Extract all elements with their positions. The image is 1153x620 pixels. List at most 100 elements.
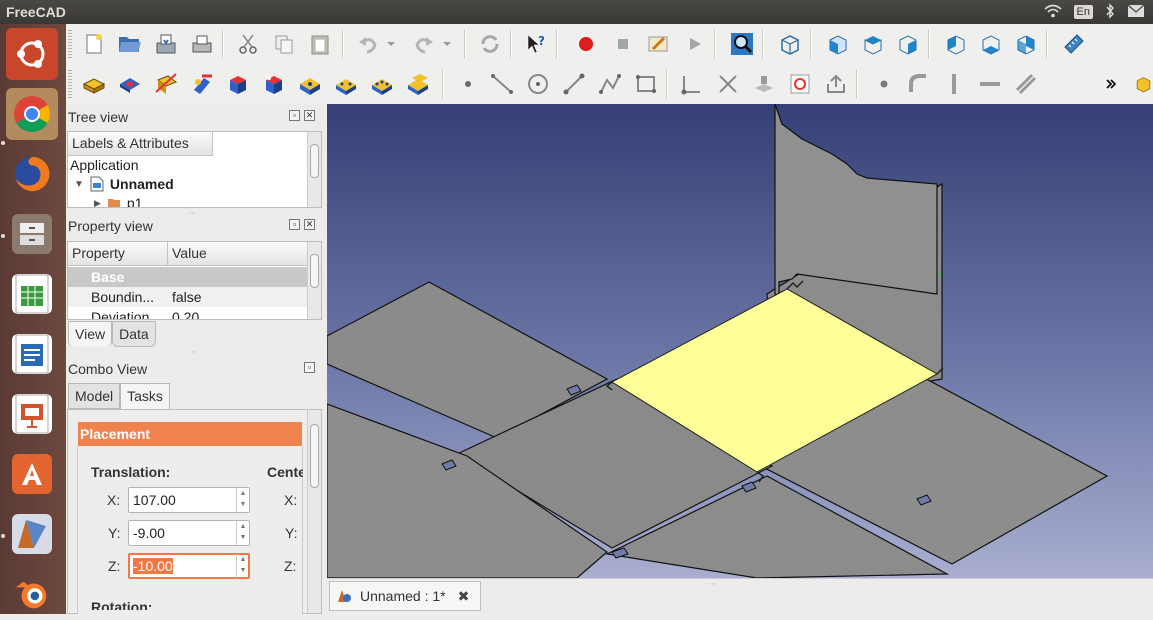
translation-z-field[interactable]: -10.00 ▲ ▼: [128, 553, 250, 579]
launcher-files[interactable]: [6, 208, 58, 260]
macro-edit-button[interactable]: [646, 32, 670, 56]
view-top-button[interactable]: [861, 32, 885, 56]
3d-scene[interactable]: [327, 104, 1153, 578]
document-tab[interactable]: Unnamed : 1* ✖: [329, 581, 481, 611]
tree-item-document[interactable]: ▼ Unnamed: [74, 176, 174, 192]
undo-dropdown[interactable]: [384, 32, 398, 56]
view-front-button[interactable]: [826, 32, 850, 56]
print-button[interactable]: [190, 32, 214, 56]
close-icon[interactable]: ✕: [304, 110, 315, 121]
float-icon[interactable]: ▫: [304, 362, 315, 373]
part-common-button[interactable]: [334, 72, 358, 96]
trim-button[interactable]: [716, 72, 740, 96]
copy-button[interactable]: [272, 32, 296, 56]
sketch-circle-button[interactable]: [526, 72, 550, 96]
bluetooth-icon[interactable]: [1105, 2, 1115, 22]
upload-button[interactable]: [824, 72, 848, 96]
ubuntu-dash-button[interactable]: [6, 28, 58, 80]
float-icon[interactable]: ▫: [289, 110, 300, 121]
toolbar-overflow-button[interactable]: [1102, 72, 1120, 96]
paste-button[interactable]: [308, 32, 332, 56]
draft-slash-button[interactable]: [1014, 72, 1038, 96]
launcher-software-center[interactable]: [6, 448, 58, 500]
mail-icon[interactable]: [1127, 4, 1145, 21]
macro-record-button[interactable]: [574, 32, 598, 56]
part-compound-button[interactable]: [406, 72, 430, 96]
property-scrollbar[interactable]: [307, 242, 321, 319]
splitter-handle[interactable]: ∙∙∙: [189, 347, 196, 356]
redo-button[interactable]: [412, 32, 436, 56]
tab-data[interactable]: Data: [112, 321, 156, 347]
open-button[interactable]: [118, 32, 142, 56]
part-fuse-button[interactable]: [370, 72, 394, 96]
close-tab-icon[interactable]: ✖: [458, 588, 470, 605]
sketch-line-button[interactable]: [490, 72, 514, 96]
spin-arrows-icon[interactable]: ▲ ▼: [236, 554, 249, 578]
tree-scrollbar[interactable]: [307, 132, 321, 207]
undo-button[interactable]: [356, 32, 380, 56]
constraint-coincident-button[interactable]: [680, 72, 704, 96]
macro-stop-button[interactable]: [611, 32, 635, 56]
launcher-firefox[interactable]: [6, 148, 58, 200]
launcher-chrome[interactable]: [6, 88, 58, 140]
keyboard-layout-indicator[interactable]: En: [1073, 5, 1093, 19]
tree-column-header[interactable]: Labels & Attributes: [68, 132, 213, 156]
property-row[interactable]: Deviation 0.20: [68, 307, 308, 319]
tab-tasks[interactable]: Tasks: [120, 383, 170, 409]
launcher-writer[interactable]: [6, 328, 58, 380]
export-image-button[interactable]: [788, 72, 812, 96]
refresh-button[interactable]: [478, 32, 502, 56]
part-extrude-button[interactable]: [190, 72, 214, 96]
part-cut-button[interactable]: [154, 72, 178, 96]
spin-arrows-icon[interactable]: ▲ ▼: [236, 488, 249, 512]
property-column-header[interactable]: Property: [68, 242, 168, 266]
tree-item-p1[interactable]: ▶ p1: [94, 195, 143, 208]
spin-arrows-icon[interactable]: ▲ ▼: [236, 521, 249, 545]
new-document-button[interactable]: [82, 32, 106, 56]
part-boolean-button[interactable]: [118, 72, 142, 96]
property-row[interactable]: Boundin... false: [68, 287, 308, 307]
collapse-arrow-icon[interactable]: ▼: [74, 179, 84, 190]
placement-header[interactable]: Placement: [78, 422, 302, 446]
tasks-scrollbar[interactable]: [307, 410, 321, 613]
measure-distance-button[interactable]: [1062, 32, 1086, 56]
launcher-freecad[interactable]: [6, 508, 58, 560]
part-union-button[interactable]: [262, 72, 286, 96]
part-section-button[interactable]: [298, 72, 322, 96]
part-box-button[interactable]: [226, 72, 250, 96]
save-button[interactable]: [154, 32, 178, 56]
sketch-point-button[interactable]: [456, 72, 480, 96]
sketch-polyline-button[interactable]: [598, 72, 622, 96]
view-left-button[interactable]: [1014, 32, 1038, 56]
translation-y-field[interactable]: -9.00 ▲ ▼: [128, 520, 250, 546]
expand-arrow-icon[interactable]: ▶: [94, 198, 101, 208]
macro-execute-button[interactable]: [683, 32, 707, 56]
whats-this-button[interactable]: ?: [524, 32, 548, 56]
value-column-header[interactable]: Value: [168, 242, 308, 266]
fit-all-button[interactable]: [730, 32, 754, 56]
redo-dropdown[interactable]: [440, 32, 454, 56]
property-group-row[interactable]: Base: [68, 267, 308, 287]
draft-point-button[interactable]: [872, 72, 896, 96]
splitter-handle[interactable]: ∙∙∙: [709, 579, 716, 588]
wifi-icon[interactable]: [1044, 4, 1062, 21]
view-rear-button[interactable]: [944, 32, 968, 56]
float-icon[interactable]: ▫: [289, 219, 300, 230]
launcher-impress[interactable]: [6, 388, 58, 440]
launcher-calc[interactable]: [6, 268, 58, 320]
draft-hline-button[interactable]: [978, 72, 1002, 96]
view-bottom-button[interactable]: [979, 32, 1003, 56]
sketch-rectangle-button[interactable]: [634, 72, 658, 96]
sketch-segment-button[interactable]: [562, 72, 586, 96]
3d-viewport[interactable]: [327, 104, 1153, 578]
close-icon[interactable]: ✕: [304, 219, 315, 230]
tab-view[interactable]: View: [68, 321, 113, 347]
draft-vline-button[interactable]: [942, 72, 966, 96]
draft-arc-button[interactable]: [906, 72, 930, 96]
view-axonometric-button[interactable]: [778, 32, 802, 56]
launcher-blender[interactable]: [6, 568, 58, 620]
toolbar-partial-button[interactable]: [1134, 72, 1153, 96]
tab-model[interactable]: Model: [68, 383, 121, 409]
cut-button[interactable]: [236, 32, 260, 56]
translation-x-field[interactable]: 107.00 ▲ ▼: [128, 487, 250, 513]
